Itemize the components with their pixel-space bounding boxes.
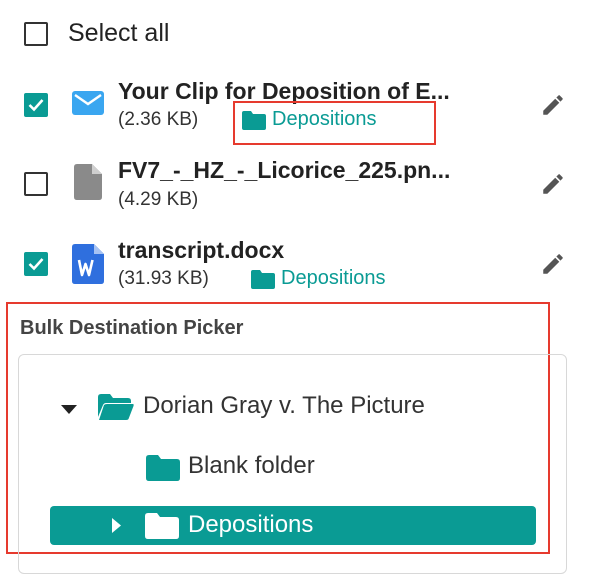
tree-item-blank-folder[interactable]: Blank folder: [188, 452, 315, 480]
folder-icon: [251, 269, 275, 289]
select-all-checkbox[interactable]: [24, 22, 48, 46]
file-checkbox-2[interactable]: [24, 172, 48, 196]
folder-icon: [145, 513, 179, 539]
destination-label: Depositions: [281, 267, 386, 289]
tree-item-label: Depositions: [188, 511, 314, 538]
tree-item-depositions[interactable]: Depositions: [50, 506, 536, 545]
file-checkbox-3[interactable]: [24, 252, 48, 276]
file-size: (2.36 KB): [118, 109, 199, 130]
picker-title: Bulk Destination Picker: [20, 317, 244, 339]
word-doc-icon: [72, 244, 104, 289]
file-destination[interactable]: Depositions: [251, 267, 386, 290]
tree-item-dorian-gray[interactable]: Dorian Gray v. The Picture: [143, 392, 425, 420]
folder-icon: [146, 454, 180, 486]
expand-caret-icon[interactable]: [112, 518, 121, 533]
file-icon: [74, 164, 102, 205]
edit-icon[interactable]: [540, 92, 566, 118]
select-all-label: Select all: [68, 19, 170, 47]
open-folder-icon: [98, 393, 134, 426]
file-size: (31.93 KB): [118, 268, 209, 289]
destination-highlight: [233, 101, 436, 145]
edit-icon[interactable]: [540, 251, 566, 277]
edit-icon[interactable]: [540, 171, 566, 197]
file-size: (4.29 KB): [118, 189, 199, 210]
file-name: transcript.docx: [118, 237, 285, 263]
collapse-caret-icon[interactable]: [61, 402, 77, 420]
file-name: FV7_-_HZ_-_Licorice_225.pn...: [118, 157, 451, 183]
email-icon: [72, 91, 104, 120]
file-checkbox-1[interactable]: [24, 93, 48, 117]
